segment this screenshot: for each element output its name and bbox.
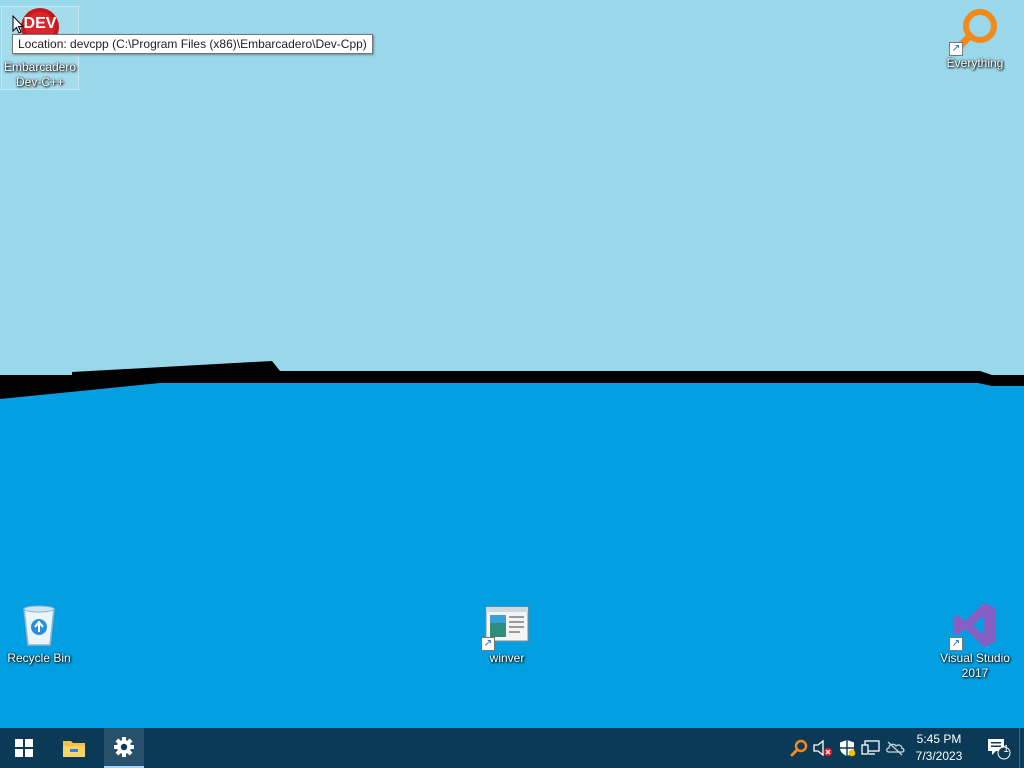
- tray-everything[interactable]: [789, 738, 809, 758]
- icon-location-tooltip: Location: devcpp (C:\Program Files (x86)…: [12, 34, 373, 54]
- desktop-icon-winver[interactable]: ↗ winver: [469, 601, 545, 666]
- desktop-icon-everything-label: Everything: [946, 56, 1004, 70]
- file-explorer-icon: [63, 741, 85, 757]
- visual-studio-icon: ↗: [949, 601, 999, 651]
- everything-search-icon: ↗: [949, 6, 999, 56]
- desktop-icon-winver-label: winver: [489, 651, 525, 665]
- dev-cpp-badge-text: DEV: [23, 15, 57, 32]
- security-shield-icon: [840, 740, 856, 757]
- start-button[interactable]: [0, 728, 48, 768]
- tray-network[interactable]: [861, 738, 881, 758]
- desktop-icon-devcpp-label-line2: Dev-C++: [15, 75, 65, 89]
- desktop-icon-recycle-bin[interactable]: Recycle Bin: [1, 601, 77, 666]
- desktop-icon-visual-studio[interactable]: ↗ Visual Studio 2017: [937, 601, 1013, 681]
- desktop-icon-everything[interactable]: ↗ Everything: [937, 6, 1013, 71]
- desktop-icon-devcpp-label-line1: Embarcadero: [3, 60, 77, 74]
- clock-time: 5:45 PM: [916, 732, 962, 746]
- shortcut-arrow-icon: ↗: [481, 637, 495, 651]
- windows-start-icon: [15, 739, 33, 757]
- show-desktop-button[interactable]: [1019, 728, 1024, 768]
- shortcut-arrow-icon: ↗: [949, 42, 963, 56]
- clock-date: 7/3/2023: [915, 749, 963, 763]
- desktop-icon-recycle-bin-label: Recycle Bin: [7, 651, 71, 665]
- taskbar-settings[interactable]: [104, 728, 144, 768]
- taskbar-file-explorer[interactable]: [50, 728, 98, 768]
- desktop-icon-visual-studio-label: Visual Studio 2017: [937, 651, 1013, 681]
- recycle-bin-icon: [15, 601, 63, 649]
- network-icon: [861, 740, 880, 755]
- wallpaper-sky: [0, 0, 1024, 376]
- desktop-icon-visual-studio-label-line2: 2017: [961, 666, 989, 680]
- settings-gear-icon: [114, 737, 134, 757]
- desktop-icon-devcpp-label: Embarcadero Dev-C++: [2, 60, 78, 90]
- tray-security[interactable]: [837, 738, 857, 758]
- taskbar: 5:45 PM 7/3/2023 1: [0, 728, 1024, 768]
- taskbar-clock[interactable]: 5:45 PM 7/3/2023: [902, 731, 976, 765]
- mouse-cursor-icon: [12, 15, 24, 34]
- volume-muted-icon: [813, 739, 833, 757]
- tray-volume[interactable]: [813, 738, 833, 758]
- wallpaper-horizon-line: [0, 361, 1024, 399]
- action-center-button[interactable]: 1: [978, 728, 1018, 768]
- winver-icon: ↗: [481, 601, 531, 651]
- notification-count-badge: 1: [1003, 744, 1009, 755]
- desktop-icon-visual-studio-label-line1: Visual Studio: [940, 651, 1010, 665]
- shortcut-arrow-icon: ↗: [949, 637, 963, 651]
- everything-tray-icon: [790, 739, 808, 757]
- desktop[interactable]: DEV Embarcadero Dev-C++ ↗ Everything Rec…: [0, 0, 1024, 728]
- wallpaper-sea: [0, 376, 1024, 728]
